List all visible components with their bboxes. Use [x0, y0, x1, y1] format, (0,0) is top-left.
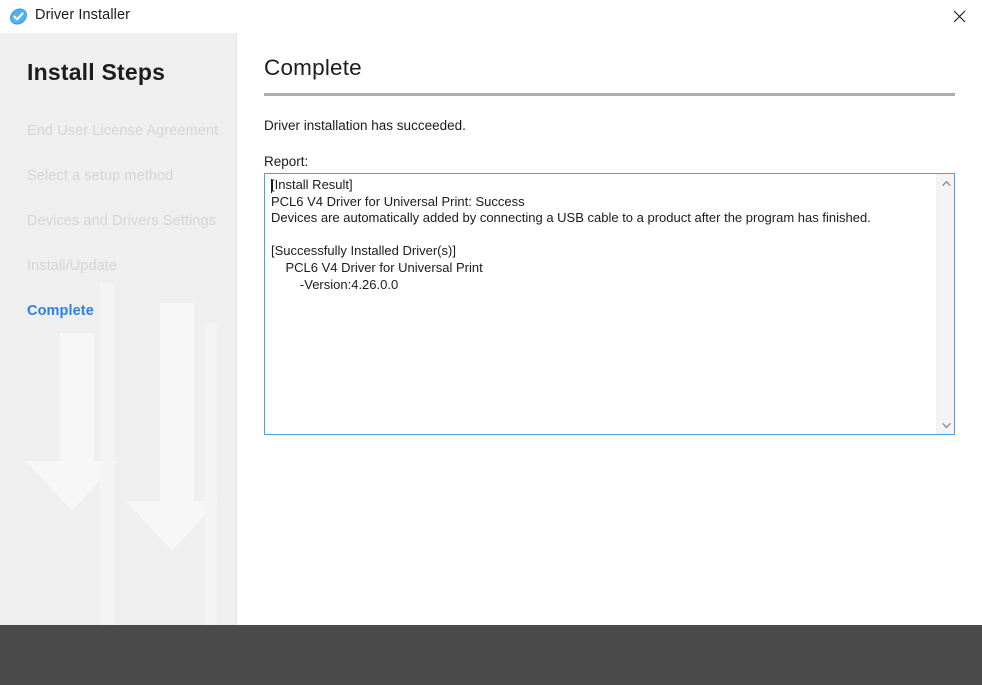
window-title: Driver Installer: [35, 7, 131, 23]
main-content: Complete Driver installation has succeed…: [237, 33, 982, 625]
report-label: Report:: [264, 154, 309, 169]
install-steps-list: End User License Agreement Select a setu…: [27, 121, 232, 346]
sidebar: Install Steps End User License Agreement…: [0, 33, 237, 625]
watermark-panel-2: [205, 323, 217, 625]
title-bar: Driver Installer: [0, 0, 982, 33]
sidebar-item-install-update[interactable]: Install/Update: [27, 256, 232, 301]
watermark-arrow-2: [126, 501, 218, 551]
chevron-up-icon[interactable]: [937, 174, 954, 192]
status-message: Driver installation has succeeded.: [264, 118, 466, 133]
sidebar-item-setup-method[interactable]: Select a setup method: [27, 166, 232, 211]
watermark-arrow-1: [26, 461, 118, 511]
footer-bar: Finish: [0, 625, 982, 685]
watermark-bar-1: [60, 333, 94, 463]
sidebar-item-devices-drivers[interactable]: Devices and Drivers Settings: [27, 211, 232, 256]
heading-divider: [264, 93, 955, 96]
sidebar-item-complete[interactable]: Complete: [27, 301, 232, 346]
close-icon[interactable]: [936, 0, 982, 32]
chevron-down-icon[interactable]: [937, 416, 954, 434]
sidebar-item-eula[interactable]: End User License Agreement: [27, 121, 232, 166]
driver-installer-icon: [9, 7, 28, 26]
page-title: Install Steps: [27, 59, 166, 85]
report-textarea[interactable]: [Install Result] PCL6 V4 Driver for Univ…: [264, 173, 955, 435]
report-text: [Install Result] PCL6 V4 Driver for Univ…: [271, 177, 871, 292]
driver-installer-window: Driver Installer Install Steps End User …: [0, 0, 982, 685]
content-heading: Complete: [264, 55, 362, 80]
report-scrollbar[interactable]: [936, 174, 954, 434]
